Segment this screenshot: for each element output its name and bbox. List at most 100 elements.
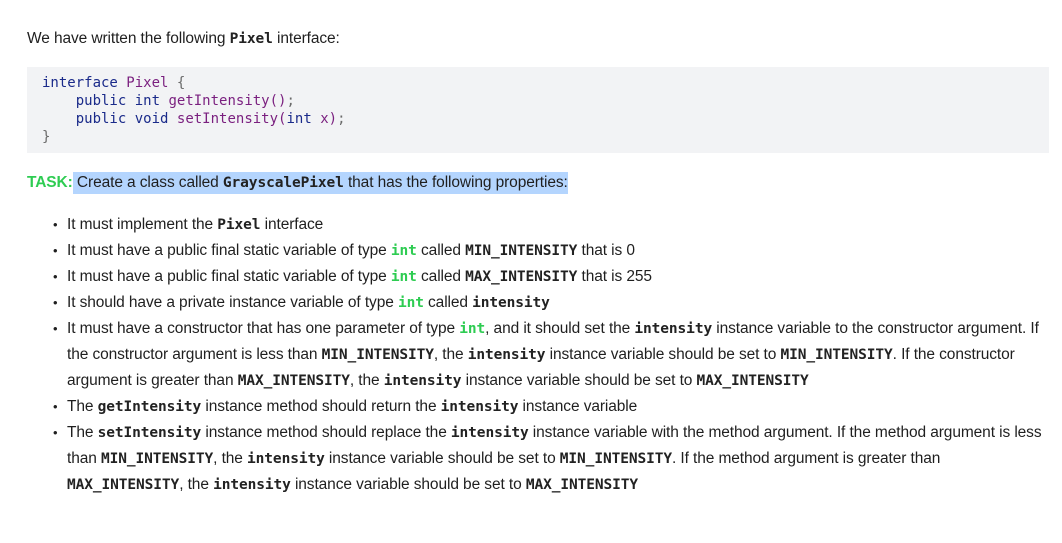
property-item: • It should have a private instance varia… <box>53 290 1057 316</box>
property-item: • The setIntensity instance method should… <box>53 420 1057 498</box>
code-line: public int getIntensity(); <box>42 92 1034 110</box>
property-text: , the <box>349 372 384 389</box>
property-text: interface <box>260 216 324 233</box>
code-keyword: public <box>75 93 127 109</box>
selected-text[interactable]: Create a class called GrayscalePixel tha… <box>72 172 568 194</box>
inline-code: Pixel <box>217 217 261 233</box>
code-keyword: interface <box>42 75 118 91</box>
intro-paragraph: We have written the following Pixel inte… <box>27 29 340 49</box>
code-keyword: int <box>286 111 312 127</box>
inline-code: intensity <box>247 451 325 467</box>
inline-code: intensity <box>634 321 713 337</box>
code-identifier: setIntensity( <box>176 111 287 127</box>
intro-text-after: interface: <box>272 30 340 47</box>
inline-code: MAX_INTENSITY <box>696 373 809 389</box>
task-label: TASK: <box>27 174 73 191</box>
code-identifier: Pixel <box>126 75 169 91</box>
inline-code: setIntensity <box>97 425 202 441</box>
property-text: It should have a private instance variab… <box>67 294 398 311</box>
inline-code: intensity <box>440 399 519 415</box>
code-punctuation: } <box>42 129 51 145</box>
task-text-before: Create a class called <box>72 174 223 191</box>
inline-code: MAX_INTENSITY <box>67 477 180 493</box>
code-line: interface Pixel { <box>42 74 1034 92</box>
inline-code: MIN_INTENSITY <box>559 451 672 467</box>
property-text: It must have a constructor that has one … <box>67 320 460 337</box>
inline-type-keyword: int <box>397 295 424 311</box>
property-text: The <box>67 424 98 441</box>
task-statement: TASK: Create a class called GrayscalePix… <box>27 171 568 195</box>
property-text: called <box>423 294 473 311</box>
code-line: public void setIntensity(int x); <box>42 110 1034 128</box>
inline-type-keyword: int <box>459 321 486 337</box>
inline-code: intensity <box>450 425 529 441</box>
property-text: instance variable should be set to <box>461 372 697 389</box>
property-text: instance variable should be set to <box>324 450 560 467</box>
inline-code: MAX_INTENSITY <box>525 477 638 493</box>
property-text: It must have a public final static varia… <box>67 268 391 285</box>
property-item: • It must have a constructor that has one… <box>53 316 1057 394</box>
property-text: , the <box>213 450 248 467</box>
bullet-icon: • <box>53 295 58 310</box>
bullet-icon: • <box>53 269 58 284</box>
code-keyword: int <box>134 93 161 109</box>
inline-code: intensity <box>472 295 550 311</box>
intro-text-before: We have written the following <box>27 30 230 47</box>
code-block[interactable]: interface Pixel { public int getIntensit… <box>27 67 1049 153</box>
property-text: It must have a public final static varia… <box>67 242 391 259</box>
property-item: • It must have a public final static vari… <box>53 238 1057 264</box>
code-punctuation: ; <box>337 111 346 127</box>
properties-list: • It must implement the Pixel interface • I… <box>27 212 1057 498</box>
property-text: that is 255 <box>577 268 653 285</box>
inline-code: MIN_INTENSITY <box>465 243 578 259</box>
property-text: instance method should replace the <box>201 424 451 441</box>
bullet-icon: • <box>53 425 58 440</box>
inline-code: MAX_INTENSITY <box>465 269 578 285</box>
property-item: • The getIntensity instance method should… <box>53 394 1057 420</box>
bullet-icon: • <box>53 217 58 232</box>
code-punctuation: { <box>168 75 186 91</box>
property-text: It must implement the <box>67 216 218 233</box>
code-punctuation: ; <box>286 93 295 109</box>
property-text: , the <box>179 476 214 493</box>
property-text: called <box>416 242 466 259</box>
property-text: instance method should return the <box>201 398 441 415</box>
property-text: that is 0 <box>577 242 635 259</box>
inline-code: intensity <box>467 347 546 363</box>
code-line: } <box>42 128 1034 146</box>
property-item: • It must implement the Pixel interface <box>53 212 1057 238</box>
inline-code-pixel: Pixel <box>229 31 273 47</box>
task-text-after: that has the following properties: <box>343 174 568 191</box>
inline-type-keyword: int <box>390 269 417 285</box>
inline-code: MAX_INTENSITY <box>237 373 350 389</box>
inline-code-class-name: GrayscalePixel <box>222 175 344 191</box>
code-keyword: void <box>134 111 169 127</box>
code-identifier: getIntensity() <box>168 93 287 109</box>
property-text: , and it should set the <box>485 320 635 337</box>
inline-code: MIN_INTENSITY <box>100 451 214 467</box>
property-text: , the <box>433 346 468 363</box>
inline-code: intensity <box>213 477 291 493</box>
property-text: instance variable should be set to <box>290 476 526 493</box>
property-text: instance variable <box>518 398 638 415</box>
inline-code: getIntensity <box>97 399 202 415</box>
inline-code: MIN_INTENSITY <box>321 347 434 363</box>
inline-type-keyword: int <box>390 243 417 259</box>
property-item: • It must have a public final static vari… <box>53 264 1057 290</box>
property-text: called <box>416 268 466 285</box>
inline-code: intensity <box>383 373 462 389</box>
property-text: The <box>67 398 98 415</box>
bullet-icon: • <box>53 243 58 258</box>
bullet-icon: • <box>53 399 58 414</box>
code-keyword: public <box>75 111 127 127</box>
property-text: instance variable should be set to <box>545 346 781 363</box>
bullet-icon: • <box>53 321 58 336</box>
inline-code: MIN_INTENSITY <box>780 347 893 363</box>
code-identifier: x) <box>320 111 338 127</box>
